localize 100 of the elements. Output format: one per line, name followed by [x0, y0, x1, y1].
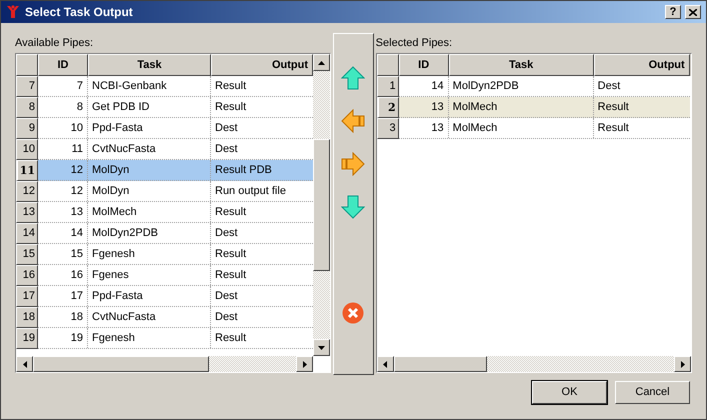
row-header[interactable]: 17 [16, 286, 38, 307]
column-header[interactable]: Task [448, 54, 594, 76]
scroll-thumb[interactable] [313, 139, 330, 271]
table-row[interactable]: 10 Ppd-Fasta Dest [38, 118, 313, 139]
row-header[interactable]: 12 [16, 181, 38, 202]
table-cell: Fgenesh [88, 244, 211, 264]
table-cell: 8 [38, 97, 88, 117]
table-cell: 16 [38, 265, 88, 285]
row-header[interactable]: 9 [16, 118, 38, 139]
table-cell: Ppd-Fasta [88, 118, 211, 138]
row-header[interactable]: 13 [16, 202, 38, 223]
table-row[interactable]: 13 MolMech Result [398, 118, 690, 139]
table-cell: MolMech [448, 118, 594, 138]
table-row[interactable]: 12 MolDyn Run output file [38, 181, 313, 202]
scroll-left-icon[interactable] [383, 360, 388, 368]
row-header[interactable]: 8 [16, 97, 38, 118]
table-row[interactable]: 18 CvtNucFasta Dest [38, 307, 313, 328]
row-header[interactable]: 10 [16, 139, 38, 160]
table-cell: 19 [38, 328, 88, 348]
table-row[interactable]: 11 CvtNucFasta Dest [38, 139, 313, 160]
row-header[interactable]: 18 [16, 307, 38, 328]
row-header[interactable]: 7 [16, 76, 38, 97]
table-row[interactable]: 16 Fgenes Result [38, 265, 313, 286]
table-row[interactable]: 19 Fgenesh Result [38, 328, 313, 349]
scroll-up-icon[interactable] [318, 60, 325, 64]
row-header[interactable]: 3 [376, 118, 399, 139]
table-row[interactable]: 13 MolMech Result [398, 97, 690, 118]
scroll-left-icon[interactable] [22, 360, 26, 368]
row-header[interactable]: 16 [16, 265, 38, 286]
table-cell: MolDyn [88, 160, 211, 180]
cancel-button[interactable]: Cancel [615, 381, 690, 404]
row-header[interactable]: 11 [16, 160, 38, 181]
column-header[interactable]: Task [88, 54, 211, 76]
table-row[interactable]: 14 MolDyn2PDB Dest [398, 76, 690, 97]
table-cell-text: Result [214, 205, 248, 220]
table-cell: Fgenes [88, 265, 211, 285]
table-cell-text: Result PDB [214, 163, 273, 178]
table-cell: 10 [38, 118, 88, 138]
table-cell: MolMech [448, 97, 594, 117]
scroll-down-icon[interactable] [318, 346, 325, 350]
table-cell-text: Dest [596, 79, 622, 94]
table-cell: MolDyn [88, 181, 211, 201]
row-header[interactable]: 2 [376, 97, 399, 118]
table-cell-text: Dest [214, 289, 239, 304]
table-cell: 7 [38, 76, 88, 96]
scroll-right-icon[interactable] [680, 360, 684, 368]
table-cell: CvtNucFasta [88, 139, 211, 159]
table-row[interactable]: 15 Fgenesh Result [38, 244, 313, 265]
table-row[interactable]: 8 Get PDB ID Result [38, 97, 313, 118]
delete-icon[interactable] [342, 302, 364, 324]
table-cell: CvtNucFasta [88, 307, 211, 327]
column-header[interactable]: Output [594, 54, 690, 76]
table-cell: 11 [38, 139, 88, 159]
table-cell: 17 [38, 286, 88, 306]
column-header[interactable]: ID [38, 54, 88, 76]
table-cell: MolDyn2PDB [448, 76, 594, 96]
row-header[interactable]: 14 [16, 223, 38, 244]
close-icon [689, 8, 697, 16]
scroll-thumb[interactable] [394, 356, 487, 372]
section-label: Selected Pipes: [376, 36, 454, 51]
table-cell-text: Result [214, 331, 248, 346]
table-cell: 18 [38, 307, 88, 327]
horizontal-scrollbar[interactable] [16, 356, 313, 372]
table-cell: 13 [398, 118, 449, 138]
table-cell-text: Result [596, 121, 630, 136]
scroll-right-icon[interactable] [302, 360, 306, 368]
table-cell-text: Run output file [214, 184, 287, 199]
close-button[interactable] [685, 5, 701, 19]
table-cell-text: Result [214, 268, 248, 283]
table-cell: 12 [38, 181, 88, 201]
table-cell: 14 [38, 223, 88, 243]
table-cell: 13 [38, 202, 88, 222]
table-cell-text: Result [214, 247, 248, 262]
row-header[interactable]: 1 [376, 76, 399, 97]
column-header[interactable]: ID [398, 54, 449, 76]
scroll-thumb[interactable] [33, 356, 209, 372]
table-cell-text: Dest [214, 310, 239, 325]
ok-button[interactable]: OK [532, 381, 607, 404]
table-cell-text: Dest [214, 226, 239, 241]
table-row[interactable]: 17 Ppd-Fasta Dest [38, 286, 313, 307]
table-row[interactable]: 13 MolMech Result [38, 202, 313, 223]
horizontal-scrollbar[interactable] [376, 356, 691, 372]
vertical-scrollbar[interactable] [313, 54, 330, 356]
row-header[interactable]: 15 [16, 244, 38, 265]
table-row[interactable]: 7 NCBI-Genbank Result [38, 76, 313, 97]
table-row[interactable]: 14 MolDyn2PDB Dest [38, 223, 313, 244]
table-cell: MolMech [88, 202, 211, 222]
table-cell: NCBI-Genbank [88, 76, 211, 96]
table-cell: 13 [398, 97, 449, 117]
help-button[interactable]: ? [665, 5, 681, 19]
table-cell-text: Dest [214, 121, 239, 136]
table-cell-text: Result [596, 100, 630, 115]
app-logo-icon [5, 4, 21, 20]
table-cell-text: Result [214, 100, 248, 115]
column-header[interactable]: Output [211, 54, 313, 76]
table-cell: 14 [398, 76, 449, 96]
table-cell-text: Result [214, 79, 248, 94]
row-header[interactable]: 19 [16, 328, 38, 349]
table-cell: Ppd-Fasta [88, 286, 211, 306]
table-row[interactable]: 12 MolDyn Result PDB [38, 160, 313, 181]
